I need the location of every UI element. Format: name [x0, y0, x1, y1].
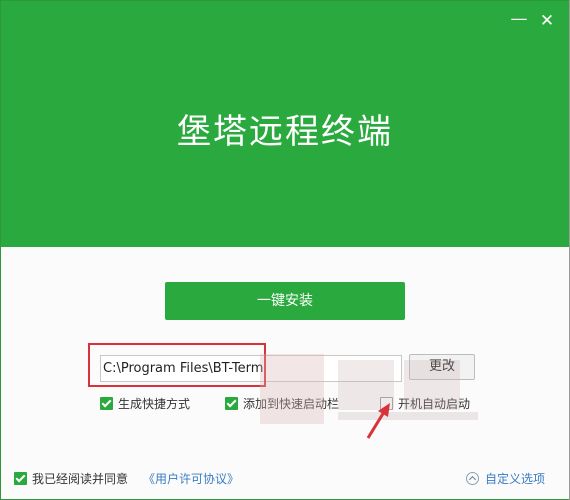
agree-option[interactable]: 我已经阅读并同意: [14, 471, 144, 487]
checkbox-checked-icon[interactable]: [14, 472, 27, 485]
installer-window: — ✕ 堡塔远程终端: [0, 0, 570, 500]
annotation-arrow-icon: [366, 403, 390, 439]
license-agreement-link[interactable]: 《用户许可协议》: [143, 471, 239, 487]
change-path-button[interactable]: 更改: [409, 354, 475, 380]
agree-label: 我已经阅读并同意: [32, 472, 129, 486]
custom-options-label: 自定义选项: [485, 472, 546, 486]
app-title: 堡塔远程终端: [177, 112, 393, 152]
close-button[interactable]: ✕: [537, 11, 557, 31]
annotation-highlight-box: [88, 343, 266, 387]
checkbox-checked-icon[interactable]: [225, 397, 238, 410]
autostart-label: 开机自动启动: [398, 397, 471, 411]
create-shortcut-option[interactable]: 生成快捷方式: [100, 396, 200, 412]
header-banner: — ✕ 堡塔远程终端: [1, 1, 569, 247]
quick-launch-label: 添加到快速启动栏: [243, 397, 340, 411]
minimize-button[interactable]: —: [509, 9, 529, 29]
one-click-install-button[interactable]: 一键安装: [165, 282, 405, 320]
checkbox-checked-icon[interactable]: [100, 397, 113, 410]
create-shortcut-label: 生成快捷方式: [118, 397, 191, 411]
quick-launch-option[interactable]: 添加到快速启动栏: [225, 396, 355, 412]
chevron-up-icon: [466, 472, 479, 485]
